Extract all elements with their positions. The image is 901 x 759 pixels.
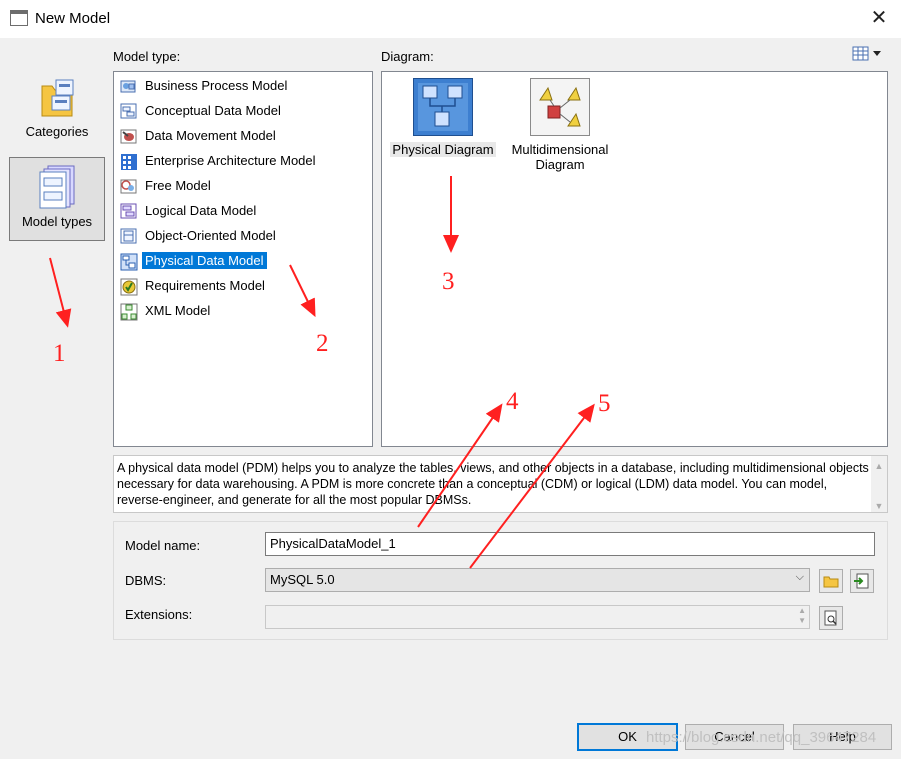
annotation-5: 5 xyxy=(598,390,611,417)
annotation-1: 1 xyxy=(53,340,66,367)
annotation-4: 4 xyxy=(506,388,519,415)
annotation-2: 2 xyxy=(316,330,329,357)
arrow-4 xyxy=(417,403,503,528)
annotation-arrows xyxy=(49,176,595,569)
arrow-5 xyxy=(469,403,595,569)
annotation-3: 3 xyxy=(442,268,455,295)
arrow-2 xyxy=(289,264,316,318)
arrow-1 xyxy=(49,257,72,328)
watermark: https://blog.csdn.net/qq_39647284 xyxy=(646,729,877,746)
